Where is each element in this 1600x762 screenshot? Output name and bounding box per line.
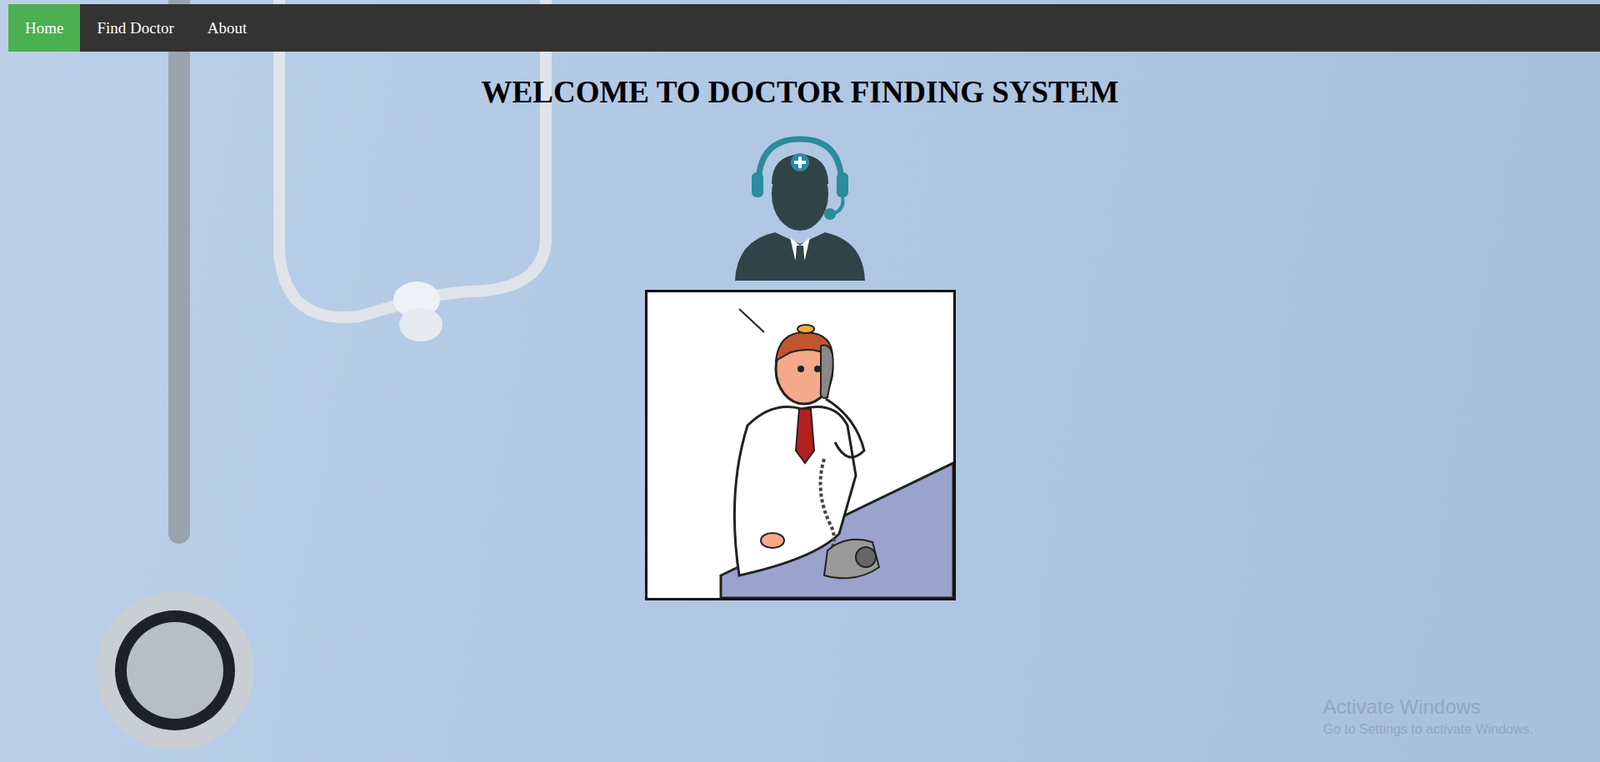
activation-watermark: Activate Windows Go to Settings to activ… — [1322, 695, 1534, 738]
page: HomeFind DoctorAbout WELCOME TO DOCTOR F… — [0, 0, 1600, 762]
nav-item[interactable]: Home — [8, 4, 80, 52]
doctor-headset-icon — [733, 134, 867, 281]
watermark-subtitle: Go to Settings to activate Windows. — [1322, 722, 1534, 738]
doctor-on-phone-icon — [647, 292, 954, 599]
nav-item[interactable]: Find Doctor — [80, 4, 190, 52]
page-title: WELCOME TO DOCTOR FINDING SYSTEM — [481, 75, 1120, 111]
nav-item[interactable]: About — [190, 4, 265, 52]
main-content: WELCOME TO DOCTOR FINDING SYSTEM — [8, 51, 1600, 601]
watermark-title: Activate Windows — [1322, 695, 1534, 720]
navbar: HomeFind DoctorAbout — [8, 4, 1600, 52]
doctor-phone-picture — [645, 290, 956, 601]
